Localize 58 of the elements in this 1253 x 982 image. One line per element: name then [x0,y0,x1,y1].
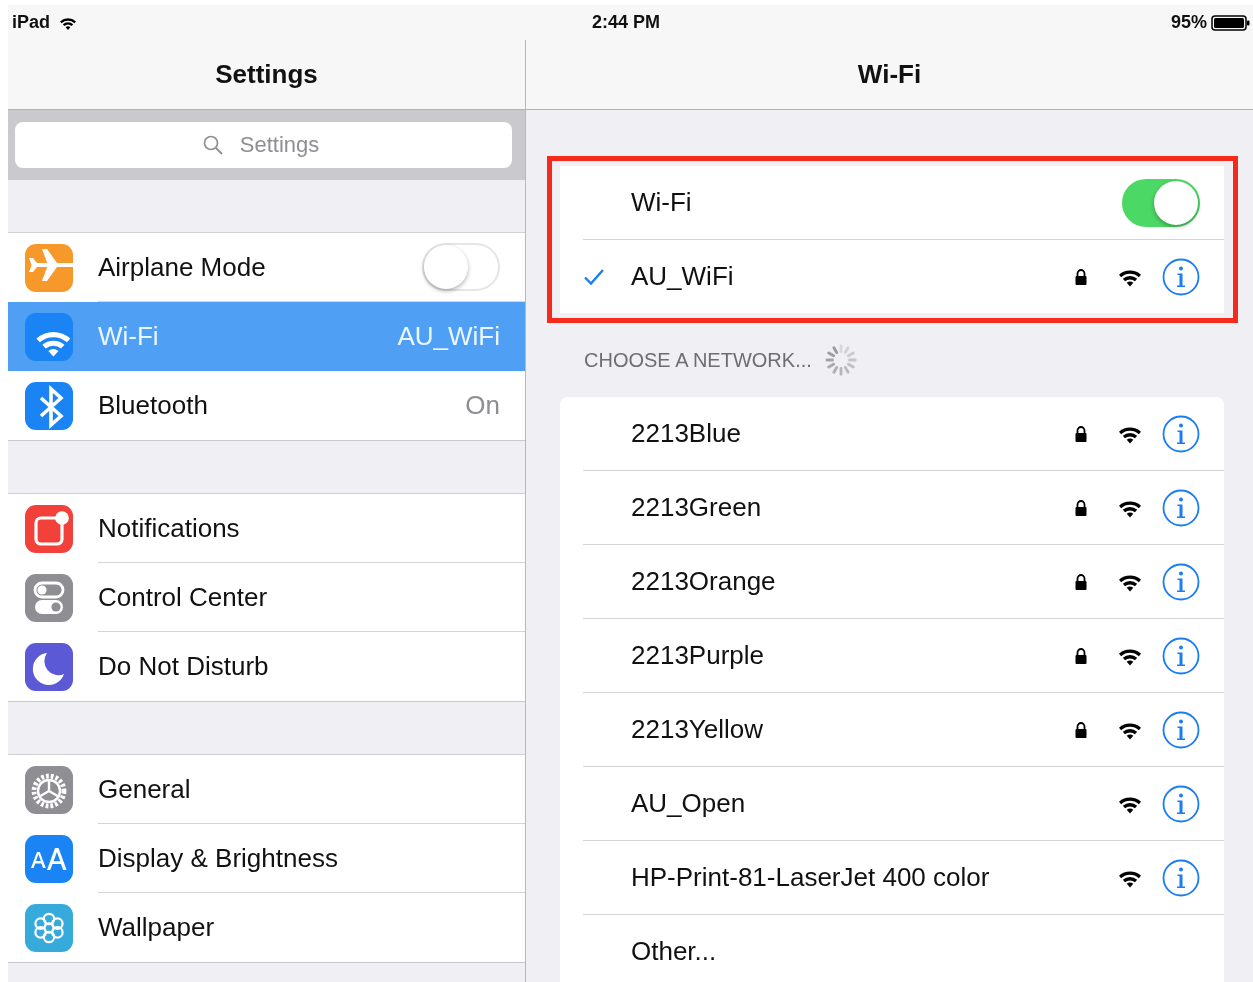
wifi-label: Wi-Fi [631,187,693,218]
battery-percent: 95% [1170,12,1207,33]
section-header: CHOOSE A NETWORK... [584,348,812,372]
flower-icon [25,903,73,952]
item-label: Control Center [98,581,268,613]
network-row[interactable]: AU_Open [583,767,1224,841]
network-row[interactable]: AU_WiFi [583,240,1224,313]
network-row[interactable]: 2213Orange [583,545,1224,619]
battery-icon [1211,13,1251,32]
network-name: Other... [631,936,718,967]
item-label: Wi-Fi [98,320,159,352]
nav-title: Wi-Fi [526,40,1253,110]
network-name: AU_WiFi [631,261,735,292]
search-field[interactable]: Settings [15,122,512,168]
toggle-switch[interactable] [1122,178,1200,227]
info-button[interactable] [1162,562,1200,601]
network-name: 2213Orange [631,566,777,597]
item-label: Notifications [98,512,240,544]
switches-icon [25,573,73,622]
info-button[interactable] [1162,710,1200,749]
info-button[interactable] [1162,488,1200,527]
nav-title: Settings [8,40,525,110]
network-row[interactable]: 2213Purple [583,619,1224,693]
item-value: AU_WiFi [397,320,500,352]
network-name: 2213Purple [631,640,765,671]
network-name: AU_Open [631,788,747,819]
item-label: Wallpaper [98,912,215,943]
network-name: 2213Blue [631,418,742,449]
bluetooth-icon [25,381,73,430]
item-label: Display & Brightness [98,842,338,874]
info-button[interactable] [1162,636,1200,675]
device-name: iPad [12,12,50,33]
wifi-icon [25,312,73,361]
clock-time: 2:44 PM [592,12,662,33]
notification-badge-icon [25,504,73,553]
gear-icon [25,765,73,814]
item-label: General [98,773,191,805]
info-button[interactable] [1162,858,1200,897]
network-name: HP-Print-81-LaserJet 400 color [631,862,991,893]
network-row[interactable]: 2213Green [583,471,1224,545]
info-button[interactable] [1162,414,1200,453]
network-row[interactable]: 2213Yellow [583,693,1224,767]
network-row[interactable]: 2213Blue [583,397,1224,471]
info-button[interactable] [1162,257,1200,296]
item-value: On [465,390,500,421]
airplane-icon [25,243,73,292]
network-name: 2213Yellow [631,714,765,745]
moon-icon [25,642,73,691]
search-icon [201,134,224,156]
info-button[interactable] [1162,784,1200,823]
item-label: Airplane Mode [98,251,266,283]
spinner-icon [823,343,858,377]
network-row[interactable]: HP-Print-81-LaserJet 400 color [583,841,1224,915]
network-row[interactable]: Other... [583,915,1224,982]
network-name: 2213Green [631,492,763,523]
item-label: Bluetooth [98,390,208,421]
text-size-icon [25,834,73,883]
item-label: Do Not Disturb [98,651,269,682]
